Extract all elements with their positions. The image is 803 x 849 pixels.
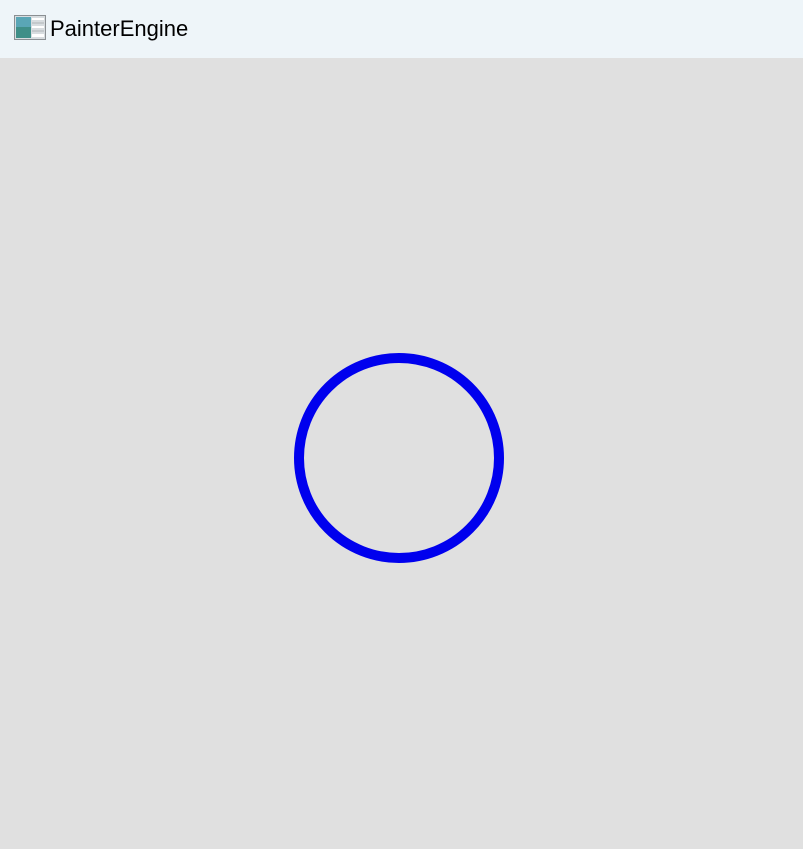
window-title-bar[interactable]: PainterEngine [0,0,803,58]
drawing-canvas[interactable] [0,58,803,849]
app-icon [14,15,46,40]
window-title: PainterEngine [50,16,189,41]
blue-circle [294,353,504,563]
